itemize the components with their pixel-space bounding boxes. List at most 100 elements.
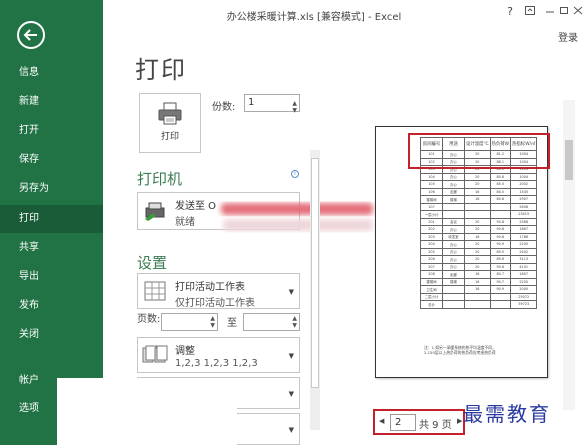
preview-cell: 收发室 [442, 232, 465, 241]
settings-scroll-thumb[interactable] [311, 158, 319, 388]
back-button[interactable] [17, 21, 45, 49]
spin-up-icon[interactable]: ▲ [210, 315, 215, 322]
nav-item-publish[interactable]: 发布 [0, 292, 103, 320]
spin-up-icon[interactable]: ▲ [292, 315, 297, 322]
preview-cell: 89.6 [489, 255, 512, 264]
print-button-label: 打印 [160, 132, 179, 142]
collate-desc: 1,2,3 1,2,3 1,2,3 [175, 358, 258, 369]
close-icon [573, 6, 583, 15]
info-icon[interactable]: i [291, 170, 299, 178]
preview-cell: 1545 [510, 187, 538, 196]
print-what-dropdown[interactable]: 打印活动工作表 仅打印活动工作表 ▼ [137, 273, 300, 309]
page-navigator: ◀ 2 共 9 页 ▶ [373, 409, 465, 435]
preview-cell [489, 210, 512, 219]
ribbon-display-icon [525, 6, 535, 15]
copies-stepper[interactable]: 1 ▲ ▼ [244, 94, 300, 114]
preview-cell: 楼梯 [442, 277, 465, 286]
note-line: 2.150层以上热负荷的热负荷应考虑热负荷 [424, 350, 496, 355]
nav-item-save-as[interactable]: 另存为 [0, 175, 103, 203]
nav-item-share[interactable]: 共享 [0, 234, 103, 262]
preview-cell [489, 292, 512, 301]
login-link[interactable]: 登录 [558, 29, 578, 44]
preview-cell: 1897 [510, 270, 538, 279]
preview-cell [464, 300, 491, 309]
nav-item-close[interactable]: 关闭 [0, 321, 103, 349]
collate-dropdown[interactable]: 调整 1,2,3 1,2,3 1,2,3 ▼ [137, 337, 300, 373]
preview-cell: 楼梯间 [420, 195, 443, 204]
preview-table-row: 207 办公 20 90.8 4151 [420, 262, 538, 271]
preview-cell: 走廊 [442, 270, 465, 279]
preview-cell: 20 [464, 262, 491, 271]
nav-item-export[interactable]: 导出 [0, 263, 103, 291]
preview-cell: 2608 [510, 202, 538, 211]
preview-table-row: 一层小计 23415 [420, 210, 538, 219]
preview-cell [464, 210, 491, 219]
preview-cell: 2402 [510, 247, 538, 256]
close-window-button[interactable] [573, 5, 583, 18]
settings-scrollbar[interactable] [310, 150, 320, 430]
copies-label: 份数: [212, 102, 236, 113]
preview-cell [489, 202, 512, 211]
preview-cell: 90.8 [489, 225, 512, 234]
preview-cell: 90.9 [489, 240, 512, 249]
pages-from-input[interactable]: ▲ ▼ [161, 313, 218, 331]
preview-cell: 23415 [510, 210, 538, 219]
collate-icon [142, 345, 168, 363]
preview-cell: 楼梯间 [420, 277, 443, 286]
page-title: 打印 [135, 56, 187, 84]
pages-to-input[interactable]: ▲ ▼ [243, 313, 300, 331]
preview-cell: 20 [464, 247, 491, 256]
nav-item-info[interactable]: 信息 [0, 59, 103, 87]
preview-cell: 90.7 [489, 277, 512, 286]
collate-title: 调整 [175, 346, 195, 357]
title-bar: 办公楼采暖计算.xls [兼容模式] - Excel ? [103, 0, 585, 30]
preview-cell [442, 300, 465, 309]
preview-cell: 206 [420, 255, 443, 264]
print-button[interactable]: 打印 [139, 93, 201, 153]
minimize-button[interactable] [545, 5, 555, 18]
next-page-button[interactable]: ▶ [457, 417, 462, 425]
preview-cell: 楼梯 [442, 195, 465, 204]
current-page-input[interactable]: 2 [390, 414, 416, 431]
prev-page-button[interactable]: ◀ [379, 417, 384, 425]
spin-down-icon[interactable]: ▼ [292, 322, 297, 329]
preview-table-row: 104 办公 20 80.8 1004 [420, 172, 538, 181]
preview-cell: 80.7 [489, 270, 512, 279]
preview-table-row: 107 2608 [420, 202, 538, 211]
restore-button[interactable] [559, 5, 569, 18]
printer-name: 发送至 O [175, 201, 217, 212]
back-arrow-icon [23, 29, 37, 41]
spin-down-icon[interactable]: ▼ [292, 103, 297, 119]
preview-cell: 16 [464, 187, 491, 196]
preview-cell: 走廊 [442, 187, 465, 196]
preview-scrollbar[interactable] [563, 100, 575, 410]
preview-cell [442, 210, 465, 219]
preview-cell: 16 [464, 270, 491, 279]
preview-cell: 202 [420, 225, 443, 234]
preview-cell: 1766 [510, 232, 538, 241]
preview-cell: 89.5 [489, 247, 512, 256]
chevron-down-icon: ▼ [288, 426, 294, 434]
help-button[interactable]: ? [507, 5, 513, 18]
nav-item-print[interactable]: 打印 [0, 205, 103, 233]
preview-cell: 90.8 [489, 262, 512, 271]
preview-cell: 59723 [510, 300, 538, 309]
preview-cell [442, 202, 465, 211]
nav-item-new[interactable]: 新建 [0, 88, 103, 116]
page-total: 共 9 页 [419, 420, 452, 431]
preview-scroll-thumb[interactable] [565, 140, 573, 180]
preview-cell: 20 [464, 172, 491, 181]
preview-table-row: 二层小计 25072 [420, 292, 538, 301]
ribbon-options-button[interactable] [525, 5, 535, 18]
preview-cell: 204 [420, 240, 443, 249]
preview-cell: 20 [464, 217, 491, 226]
nav-item-save[interactable]: 保存 [0, 146, 103, 174]
preview-table-row: 203 收发室 18 90.8 1766 [420, 232, 538, 241]
nav-item-open[interactable]: 打开 [0, 117, 103, 145]
preview-cell: 办公 [442, 172, 465, 181]
preview-cell: 二层小计 [420, 292, 443, 301]
preview-cell: 16 [464, 195, 491, 204]
preview-cell: 90.9 [489, 285, 512, 294]
preview-cell: 80.6 [489, 195, 512, 204]
spin-down-icon[interactable]: ▼ [210, 322, 215, 329]
